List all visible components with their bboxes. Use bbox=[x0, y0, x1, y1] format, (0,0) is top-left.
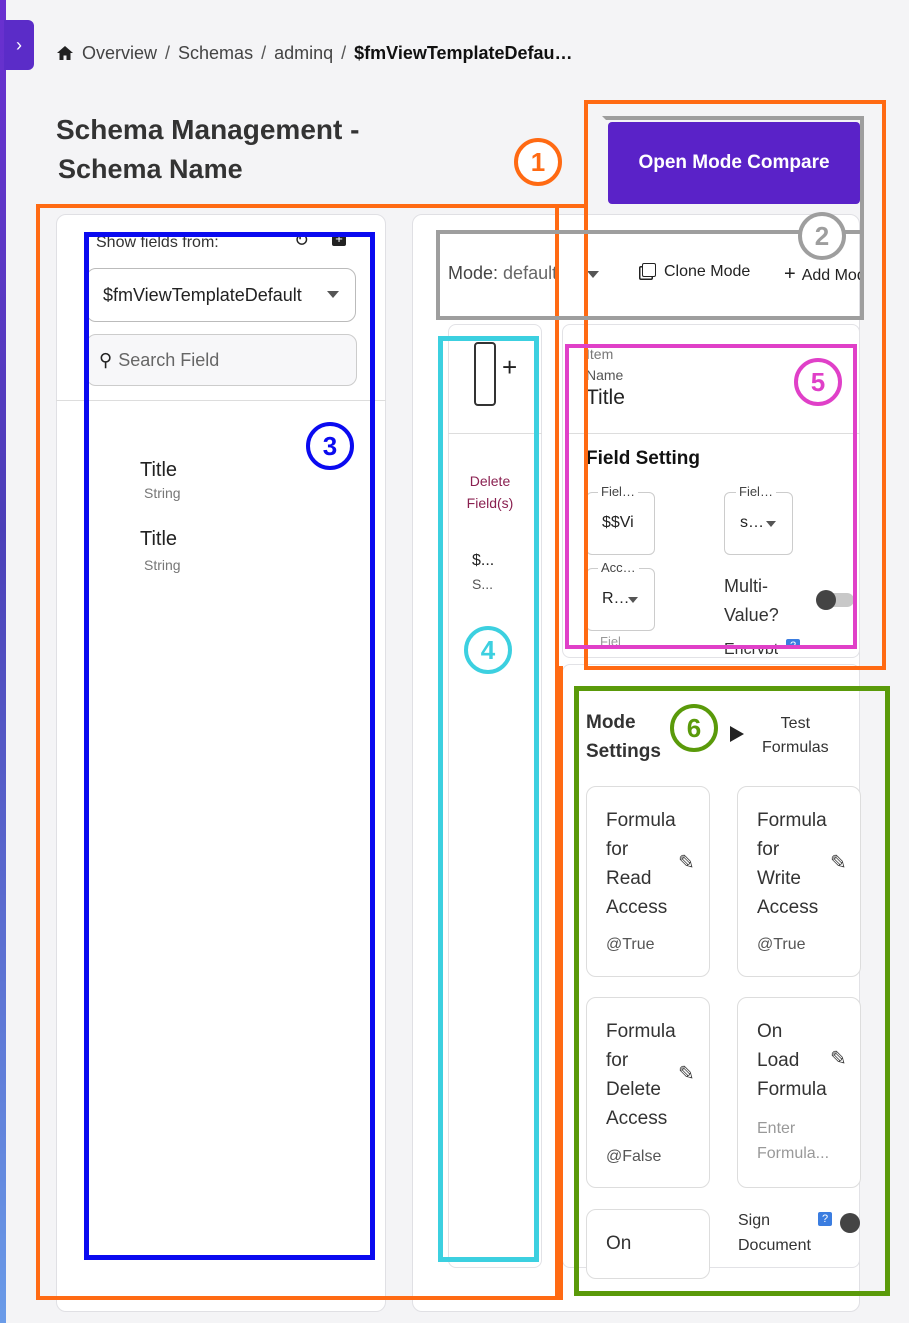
annotation-frame-4 bbox=[438, 336, 539, 1262]
breadcrumb-overview[interactable]: Overview bbox=[82, 43, 157, 64]
annotation-badge-3: 3 bbox=[306, 422, 354, 470]
annotation-badge-2: 2 bbox=[798, 212, 846, 260]
annotation-badge-6: 6 bbox=[670, 704, 718, 752]
sidebar-toggle-button[interactable]: › bbox=[4, 20, 34, 70]
annotation-connector bbox=[559, 666, 563, 1300]
annotation-badge-5: 5 bbox=[794, 358, 842, 406]
annotation-frame-3 bbox=[84, 232, 375, 1260]
home-icon bbox=[57, 46, 73, 60]
page-title: Schema Management - bbox=[56, 114, 360, 145]
breadcrumb-current: $fmViewTemplateDefau… bbox=[354, 42, 573, 63]
breadcrumb-adminq[interactable]: adminq bbox=[274, 43, 333, 64]
annotation-badge-4: 4 bbox=[464, 626, 512, 674]
breadcrumb: Overview / Schemas / adminq / $fmViewTem… bbox=[56, 40, 573, 66]
annotation-connector bbox=[36, 204, 588, 208]
app-sidebar-strip bbox=[0, 0, 6, 1323]
annotation-badge-1: 1 bbox=[514, 138, 562, 186]
page-subtitle: Schema Name bbox=[58, 154, 243, 184]
breadcrumb-schemas[interactable]: Schemas bbox=[178, 43, 253, 64]
chevron-right-icon: › bbox=[16, 34, 22, 55]
annotation-frame-6 bbox=[574, 686, 890, 1296]
